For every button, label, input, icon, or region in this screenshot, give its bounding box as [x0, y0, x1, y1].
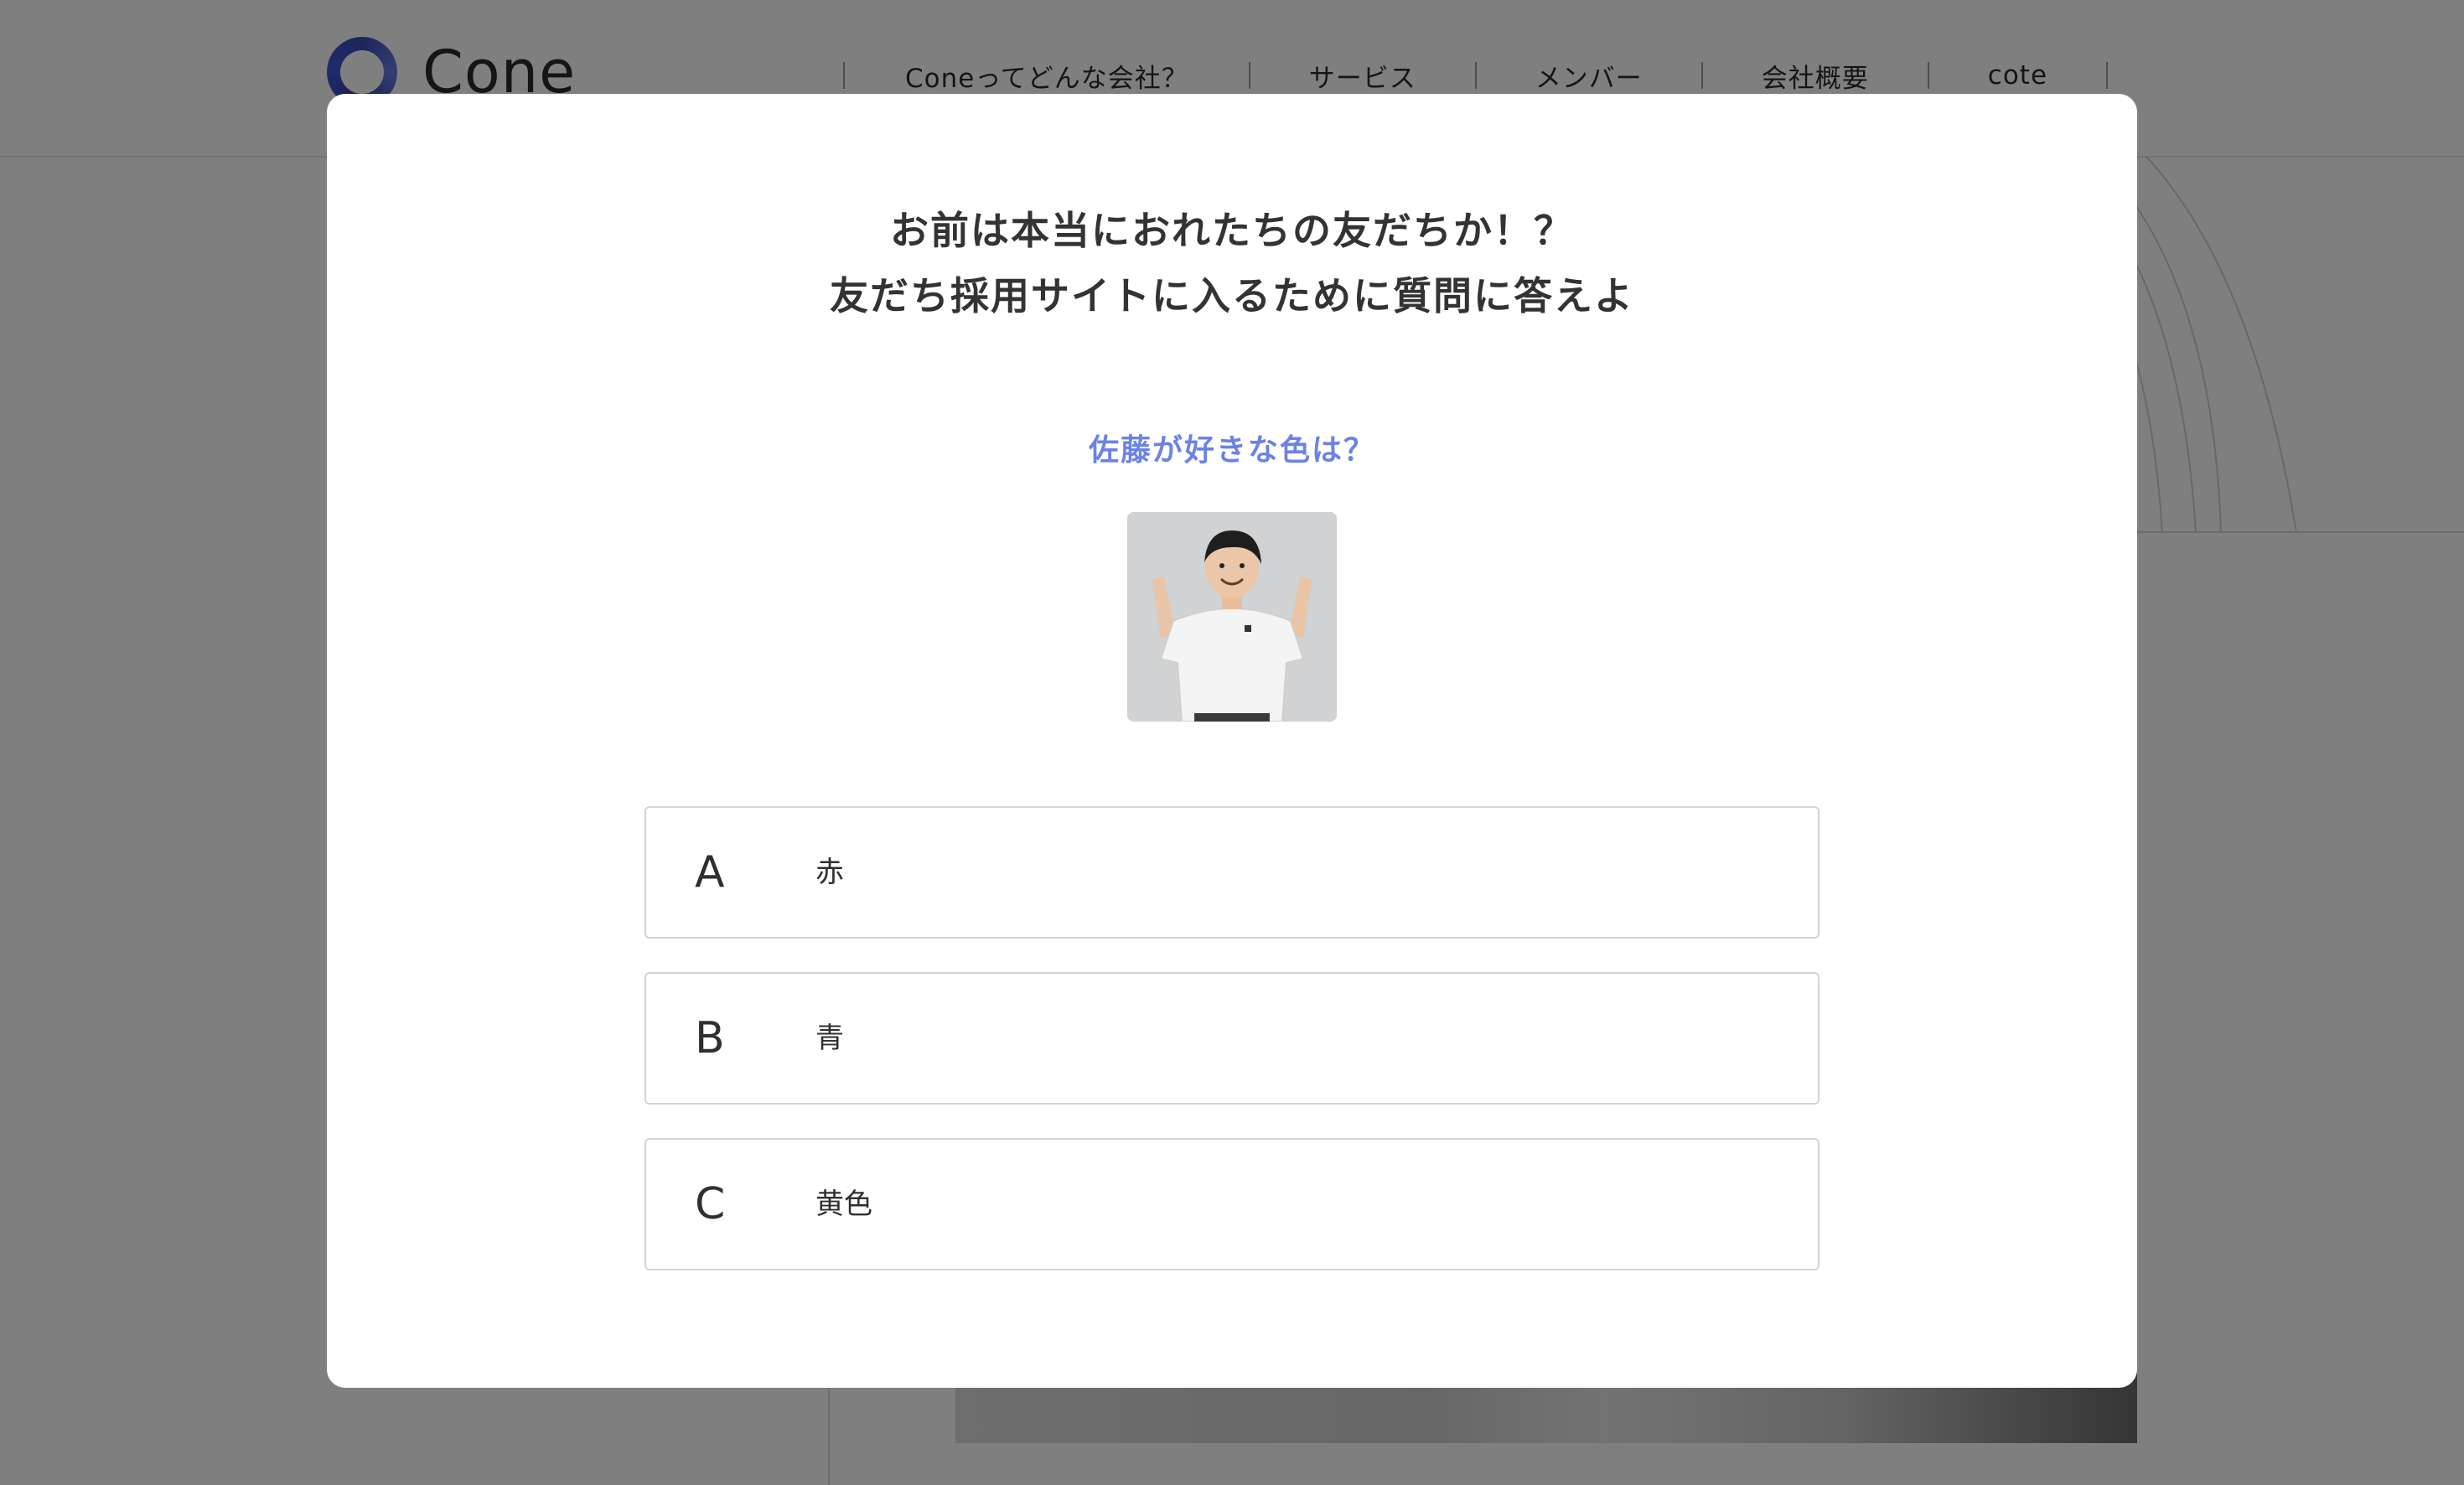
person-photo	[1127, 512, 1337, 722]
choice-text: 赤	[815, 856, 844, 889]
quiz-question: 佐藤が好きな色は？	[1088, 433, 1375, 468]
choice-c-button[interactable]: C 黄色	[644, 1138, 1820, 1270]
modal-title: お前は本当におれたちの友だちか！？ 友だち採用サイトに入るために質問に答えよ	[327, 198, 2137, 329]
title-line-1: お前は本当におれたちの友だちか！？	[890, 208, 1574, 253]
title-line-2: 友だち採用サイトに入るために質問に答えよ	[830, 273, 1634, 318]
quiz-modal: お前は本当におれたちの友だちか！？ 友だち採用サイトに入るために質問に答えよ 佐…	[327, 94, 2137, 1388]
choice-b-button[interactable]: B 青	[644, 972, 1820, 1105]
choice-letter: B	[695, 1013, 725, 1063]
choice-letter: C	[695, 1179, 726, 1229]
person-photo-icon	[1127, 512, 1337, 722]
choice-letter: A	[695, 847, 725, 898]
choice-text: 青	[815, 1022, 844, 1055]
choice-a-button[interactable]: A 赤	[644, 806, 1820, 939]
choice-text: 黄色	[815, 1187, 872, 1221]
answer-choices: A 赤 B 青 C 黄色	[644, 806, 1820, 1304]
